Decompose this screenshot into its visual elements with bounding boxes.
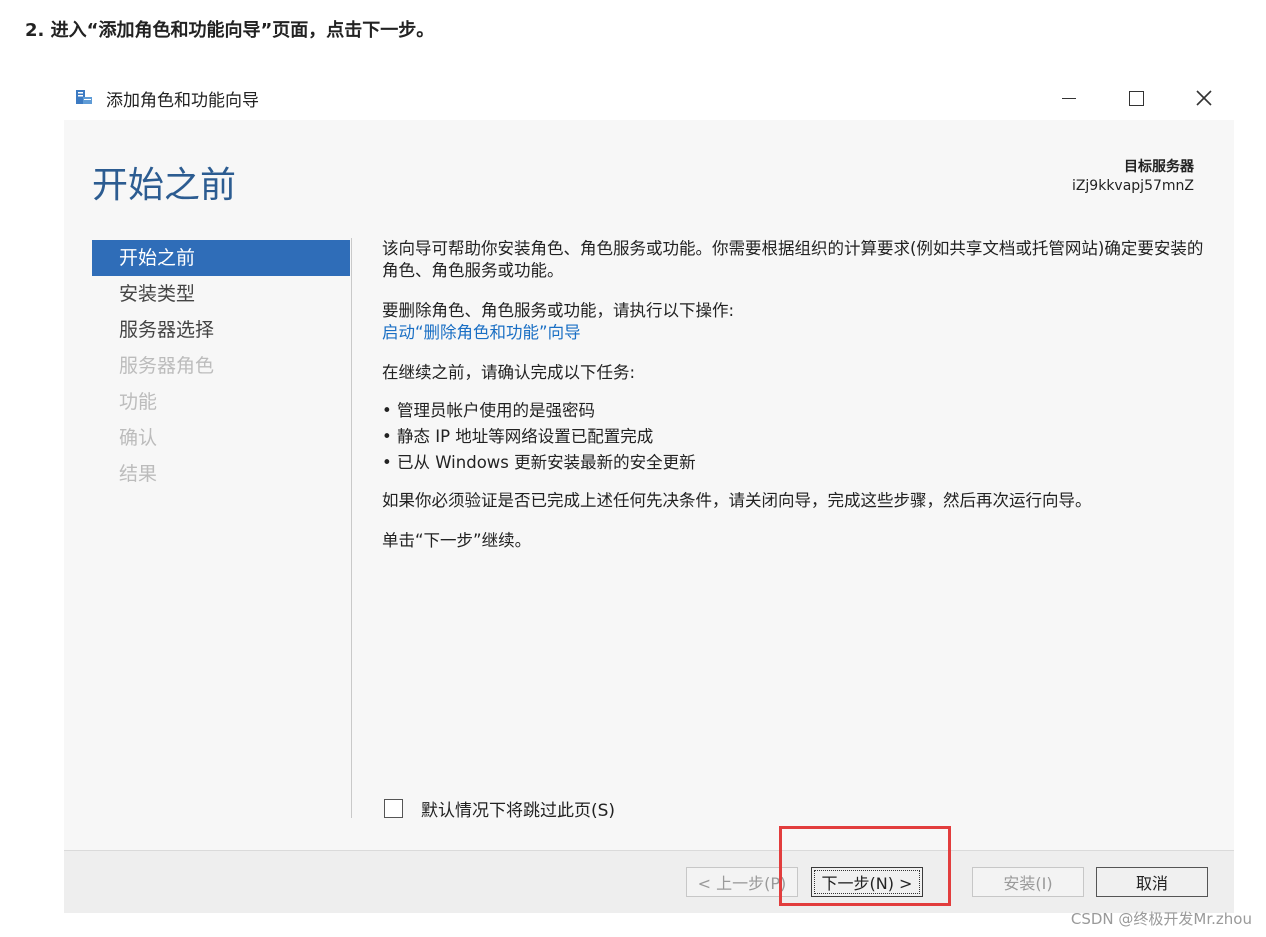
nav-item-before-you-begin[interactable]: 开始之前: [92, 240, 350, 276]
window-title: 添加角色和功能向导: [106, 91, 259, 111]
minimize-icon: [1062, 97, 1076, 99]
nav-item-confirmation: 确认: [119, 427, 158, 449]
close-icon: [1196, 90, 1212, 106]
nav-item-server-roles: 服务器角色: [119, 355, 215, 377]
verify-text: 如果你必须验证是否已完成上述任何先决条件，请关闭向导，完成这些步骤，然后再次运行…: [382, 491, 1092, 510]
wizard-nav: 开始之前 安装类型 服务器选择 服务器角色 功能 确认 结果: [92, 240, 350, 492]
prerequisite-list: 管理员帐户使用的是强密码 静态 IP 地址等网络设置已配置完成 已从 Windo…: [382, 398, 1212, 476]
remove-text: 要删除角色、角色服务或功能，请执行以下操作:: [382, 301, 735, 320]
nav-item-server-selection[interactable]: 服务器选择: [92, 312, 350, 348]
install-button[interactable]: 安装(I): [972, 867, 1084, 897]
nav-item-results: 结果: [119, 463, 158, 485]
title-bar: 添加角色和功能向导: [64, 76, 1234, 120]
step-heading: 2. 进入“添加角色和功能向导”页面，点击下一步。: [25, 20, 435, 41]
nav-divider: [351, 238, 352, 818]
skip-page-option[interactable]: 默认情况下将跳过此页(S): [384, 796, 615, 821]
watermark: CSDN @终极开发Mr.zhou: [1070, 910, 1252, 928]
minimize-button[interactable]: [1049, 84, 1089, 112]
nav-item-installation-type[interactable]: 安装类型: [92, 276, 350, 312]
target-server-info: 目标服务器 iZj9kkvapj57mnZ: [1072, 158, 1194, 196]
target-server-label: 目标服务器: [1124, 159, 1194, 175]
list-item: 已从 Windows 更新安装最新的安全更新: [382, 450, 1212, 476]
skip-page-checkbox[interactable]: [384, 799, 403, 818]
skip-page-label[interactable]: 默认情况下将跳过此页(S): [421, 796, 615, 821]
close-button[interactable]: [1184, 84, 1224, 112]
cancel-button[interactable]: 取消: [1096, 867, 1208, 897]
page-title: 开始之前: [92, 165, 237, 206]
target-server-name: iZj9kkvapj57mnZ: [1071, 178, 1194, 194]
intro-text: 该向导可帮助你安装角色、角色服务或功能。你需要根据组织的计算要求(例如共享文档或…: [382, 239, 1204, 280]
continue-text: 单击“下一步”继续。: [382, 531, 532, 550]
server-wizard-icon: [76, 90, 92, 104]
list-item: 静态 IP 地址等网络设置已配置完成: [382, 424, 1212, 450]
wizard-window: 添加角色和功能向导 开始之前 目标服务器 iZj9kkvapj57mnZ 开始之…: [64, 76, 1234, 913]
wizard-content: 开始之前 目标服务器 iZj9kkvapj57mnZ 开始之前 安装类型 服务器…: [64, 120, 1234, 850]
maximize-button[interactable]: [1116, 84, 1156, 112]
remove-roles-link[interactable]: 启动“删除角色和功能”向导: [382, 323, 581, 342]
confirm-text: 在继续之前，请确认完成以下任务:: [382, 363, 636, 382]
maximize-icon: [1128, 90, 1144, 106]
list-item: 管理员帐户使用的是强密码: [382, 398, 1212, 424]
annotation-highlight-box: [779, 826, 951, 906]
nav-item-features: 功能: [119, 391, 158, 413]
wizard-body: 该向导可帮助你安装角色、角色服务或功能。你需要根据组织的计算要求(例如共享文档或…: [382, 238, 1212, 552]
wizard-footer: < 上一步(P) 下一步(N) > 安装(I) 取消: [64, 850, 1234, 913]
